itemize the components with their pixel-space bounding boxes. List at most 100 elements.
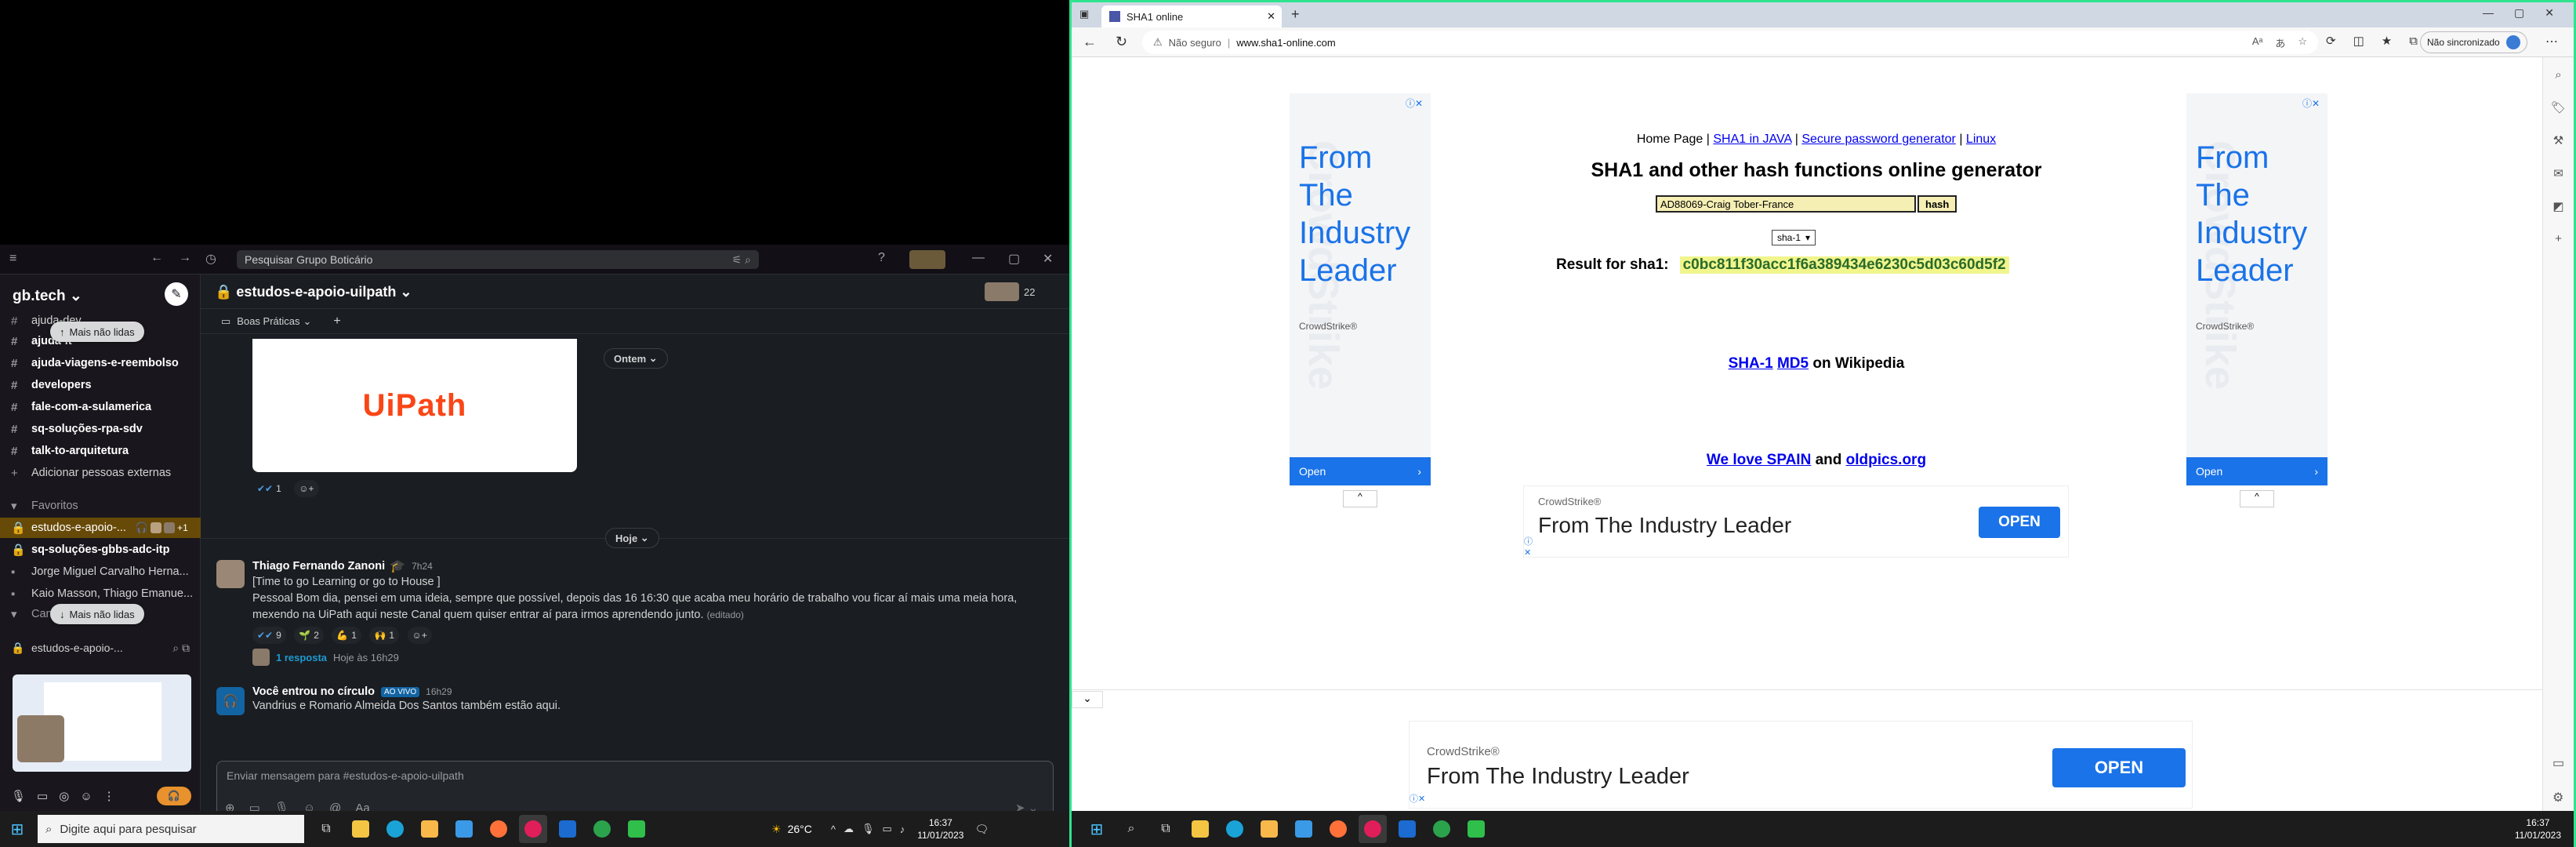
secure-password-link[interactable]: Secure password generator: [1801, 133, 1956, 146]
menu-icon[interactable]: ≡: [9, 252, 16, 266]
emoji-icon[interactable]: ☺: [303, 802, 315, 812]
ad-collapse-button[interactable]: ^: [1343, 490, 1377, 507]
minimize-icon[interactable]: —: [972, 251, 985, 265]
add-people-item[interactable]: + Adicionar pessoas externas: [0, 463, 201, 483]
sidebar-item-channel[interactable]: # developers: [0, 375, 201, 395]
app-icon[interactable]: [1290, 815, 1318, 843]
banner-ad-middle[interactable]: CrowdStrike® From The Industry Leader OP…: [1523, 485, 2069, 558]
screen-share-icon[interactable]: ◎: [59, 789, 69, 803]
ad-open-button[interactable]: Open ›: [2186, 457, 2327, 485]
message-time[interactable]: 7h24: [412, 561, 433, 572]
sidebar-item-dm[interactable]: ▪ Kaio Masson, Thiago Emanue...: [0, 583, 201, 604]
message-time[interactable]: 16h29: [426, 686, 452, 697]
ad-cta-button[interactable]: OPEN: [1979, 507, 2060, 538]
task-view-icon[interactable]: ⧉: [312, 815, 340, 843]
search-filter-icon[interactable]: ⚟ ⌕: [732, 253, 751, 267]
algorithm-select[interactable]: sha-1 ▾: [1772, 230, 1816, 245]
notification-icon[interactable]: 🗨: [974, 823, 989, 836]
forward-arrow-icon[interactable]: →: [179, 251, 191, 265]
refresh-icon[interactable]: ⟳: [2326, 34, 2336, 48]
date-divider[interactable]: Ontem ⌄: [604, 348, 668, 369]
huddle-controls-icon[interactable]: ⌕ ⧉: [172, 642, 190, 655]
mention-icon[interactable]: @: [329, 802, 341, 812]
workspace-name[interactable]: gb.tech ⌄: [13, 287, 82, 305]
task-view-icon[interactable]: ⧉: [1152, 815, 1180, 843]
app-icon[interactable]: [553, 815, 582, 843]
history-icon[interactable]: ◷: [205, 251, 216, 267]
ad-cta-button[interactable]: OPEN: [2052, 748, 2186, 787]
file-explorer-icon[interactable]: [1186, 815, 1214, 843]
ad-info-icon[interactable]: ⓘ✕: [2302, 96, 2320, 110]
compose-icon[interactable]: ✎: [165, 282, 188, 306]
huddle-avatars[interactable]: [909, 250, 945, 269]
ad-info-icon[interactable]: ⓘ✕: [1524, 535, 1533, 558]
reaction-check[interactable]: ✔✔ 1: [252, 480, 286, 497]
app-icon[interactable]: [1462, 815, 1490, 843]
send-icon[interactable]: ➤ ⌄: [1015, 801, 1038, 811]
store-icon[interactable]: [415, 815, 444, 843]
video-icon[interactable]: ▭: [37, 789, 48, 803]
side-ad-left[interactable]: ⓘ✕ CrowdStrike From The Industry Leader …: [1290, 93, 1431, 507]
reaction[interactable]: ✔✔ 9: [252, 627, 286, 644]
linux-link[interactable]: Linux: [1966, 133, 1996, 146]
sidebar-item-dm[interactable]: ▪ Jorge Miguel Carvalho Herna...: [0, 562, 201, 582]
leave-huddle-button[interactable]: 🎧: [157, 787, 191, 805]
result-value[interactable]: c0bc811f30acc1f6a389434e6230c5d03c60d5f2: [1679, 256, 2009, 274]
ad-info-icon[interactable]: ⓘ✕: [1410, 792, 1425, 805]
tools-icon[interactable]: ⚒: [2553, 133, 2563, 147]
search-icon[interactable]: ⌕: [2555, 68, 2561, 82]
reaction[interactable]: 🙌 1: [369, 627, 400, 644]
system-tray[interactable]: ^ ☁ 🎙 ▭ ♪: [831, 823, 905, 835]
split-screen-icon[interactable]: ◫: [2353, 34, 2364, 48]
chevron-down-icon[interactable]: ⌄: [1072, 691, 1103, 708]
video-icon[interactable]: ▭: [249, 801, 260, 811]
close-icon[interactable]: ✕: [1043, 251, 1053, 267]
new-tab-icon[interactable]: +: [1291, 6, 1300, 23]
maximize-icon[interactable]: ▢: [2514, 6, 2524, 20]
app-icon[interactable]: [1393, 815, 1421, 843]
sync-button[interactable]: Não sincronizado: [2420, 31, 2527, 53]
chrome-icon[interactable]: [1428, 815, 1456, 843]
weather-widget[interactable]: ☀ 26°C: [771, 823, 812, 836]
minimize-icon[interactable]: —: [2483, 6, 2494, 20]
sidebar-item-channel[interactable]: # talk-to-arquitetura: [0, 441, 201, 461]
sidebar-item-channel[interactable]: # sq-soluções-rpa-sdv: [0, 419, 201, 439]
thread-summary[interactable]: 1 resposta Hoje às 16h29: [252, 649, 1060, 666]
md5-wiki-link[interactable]: MD5: [1777, 355, 1809, 372]
more-unread-top-button[interactable]: ↑ Mais não lidas: [50, 322, 144, 342]
sidebar-item-channel[interactable]: # fale-com-a-sulamerica: [0, 397, 201, 417]
favorite-star-icon[interactable]: ☆: [2298, 35, 2307, 50]
windows-start-icon[interactable]: ⊞: [1083, 815, 1111, 843]
hide-sidebar-icon[interactable]: ▭: [2552, 755, 2564, 771]
sidebar-item-channel[interactable]: 🔒 sq-soluções-gbbs-adc-itp: [0, 540, 201, 560]
search-icon[interactable]: ⌕: [1117, 815, 1145, 843]
file-explorer-icon[interactable]: [346, 815, 375, 843]
more-unread-bottom-button[interactable]: ↓ Mais não lidas: [50, 604, 144, 624]
not-secure-label[interactable]: Não seguro: [1169, 37, 1221, 49]
chrome-icon[interactable]: [588, 815, 616, 843]
collections-icon[interactable]: ⧉: [2409, 35, 2418, 48]
app-icon[interactable]: [450, 815, 478, 843]
member-avatars-button[interactable]: 22: [985, 282, 1035, 301]
add-reaction-button[interactable]: ☺+: [407, 627, 432, 644]
app-icon[interactable]: [622, 815, 651, 843]
maximize-icon[interactable]: ▢: [1008, 251, 1020, 267]
mic-icon[interactable]: 🎙: [11, 789, 26, 803]
hash-button[interactable]: hash: [1917, 195, 1957, 213]
emoji-icon[interactable]: ☺: [80, 790, 92, 803]
url-text[interactable]: www.sha1-online.com: [1236, 37, 1335, 49]
screen-share-thumbnail[interactable]: [13, 674, 191, 772]
favorites-icon[interactable]: ★: [2382, 34, 2392, 48]
add-reaction-button[interactable]: ☺+: [294, 480, 319, 497]
reaction[interactable]: 🌱 2: [294, 627, 324, 644]
side-ad-right[interactable]: ⓘ✕ CrowdStrike From The Industry Leader …: [2186, 93, 2327, 507]
slack-icon[interactable]: [519, 815, 547, 843]
mic-icon[interactable]: 🎙: [274, 801, 289, 811]
office-icon[interactable]: ◩: [2552, 199, 2563, 213]
message-author[interactable]: Thiago Fernando Zanoni: [252, 560, 385, 573]
slack-icon[interactable]: [1359, 815, 1387, 843]
reaction[interactable]: 💪 1: [332, 627, 361, 644]
channel-title[interactable]: 🔒 estudos-e-apoio-uilpath ⌄: [215, 284, 412, 300]
format-icon[interactable]: Aa: [355, 802, 369, 812]
clock[interactable]: 16:37 11/01/2023: [917, 816, 963, 842]
